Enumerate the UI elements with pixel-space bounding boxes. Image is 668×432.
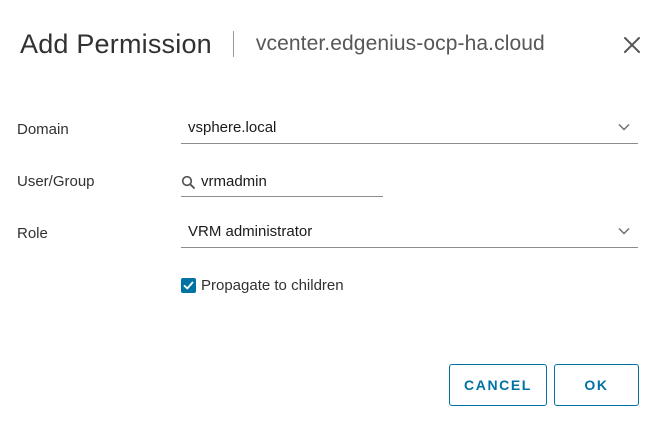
dialog-subtitle: vcenter.edgenius-ocp-ha.cloud [255,32,545,55]
role-select[interactable]: VRM administrator [181,219,638,248]
chevron-down-icon [618,124,630,131]
add-permission-dialog: Add Permission vcenter.edgenius-ocp-ha.c… [0,0,668,432]
user-group-label: User/Group [17,173,95,190]
ok-button[interactable]: OK [554,364,639,406]
domain-select-value: vsphere.local [188,119,277,136]
dialog-header: Add Permission vcenter.edgenius-ocp-ha.c… [20,24,648,64]
propagate-checkbox[interactable] [181,278,196,293]
role-label: Role [17,225,48,242]
role-select-value: VRM administrator [188,223,313,240]
domain-select[interactable]: vsphere.local [181,115,638,144]
dialog-title: Add Permission [20,28,212,59]
close-button[interactable] [622,35,642,55]
user-group-search-input[interactable]: vrmadmin [181,169,383,197]
propagate-to-children-option[interactable]: Propagate to children [181,277,344,294]
cancel-button[interactable]: CANCEL [449,364,547,406]
title-divider [232,31,234,57]
propagate-label: Propagate to children [201,277,344,294]
checkmark-icon [183,281,194,290]
user-group-value: vrmadmin [201,173,267,190]
close-icon [624,37,640,53]
search-icon [181,175,195,189]
domain-label: Domain [17,121,69,138]
chevron-down-icon [618,228,630,235]
